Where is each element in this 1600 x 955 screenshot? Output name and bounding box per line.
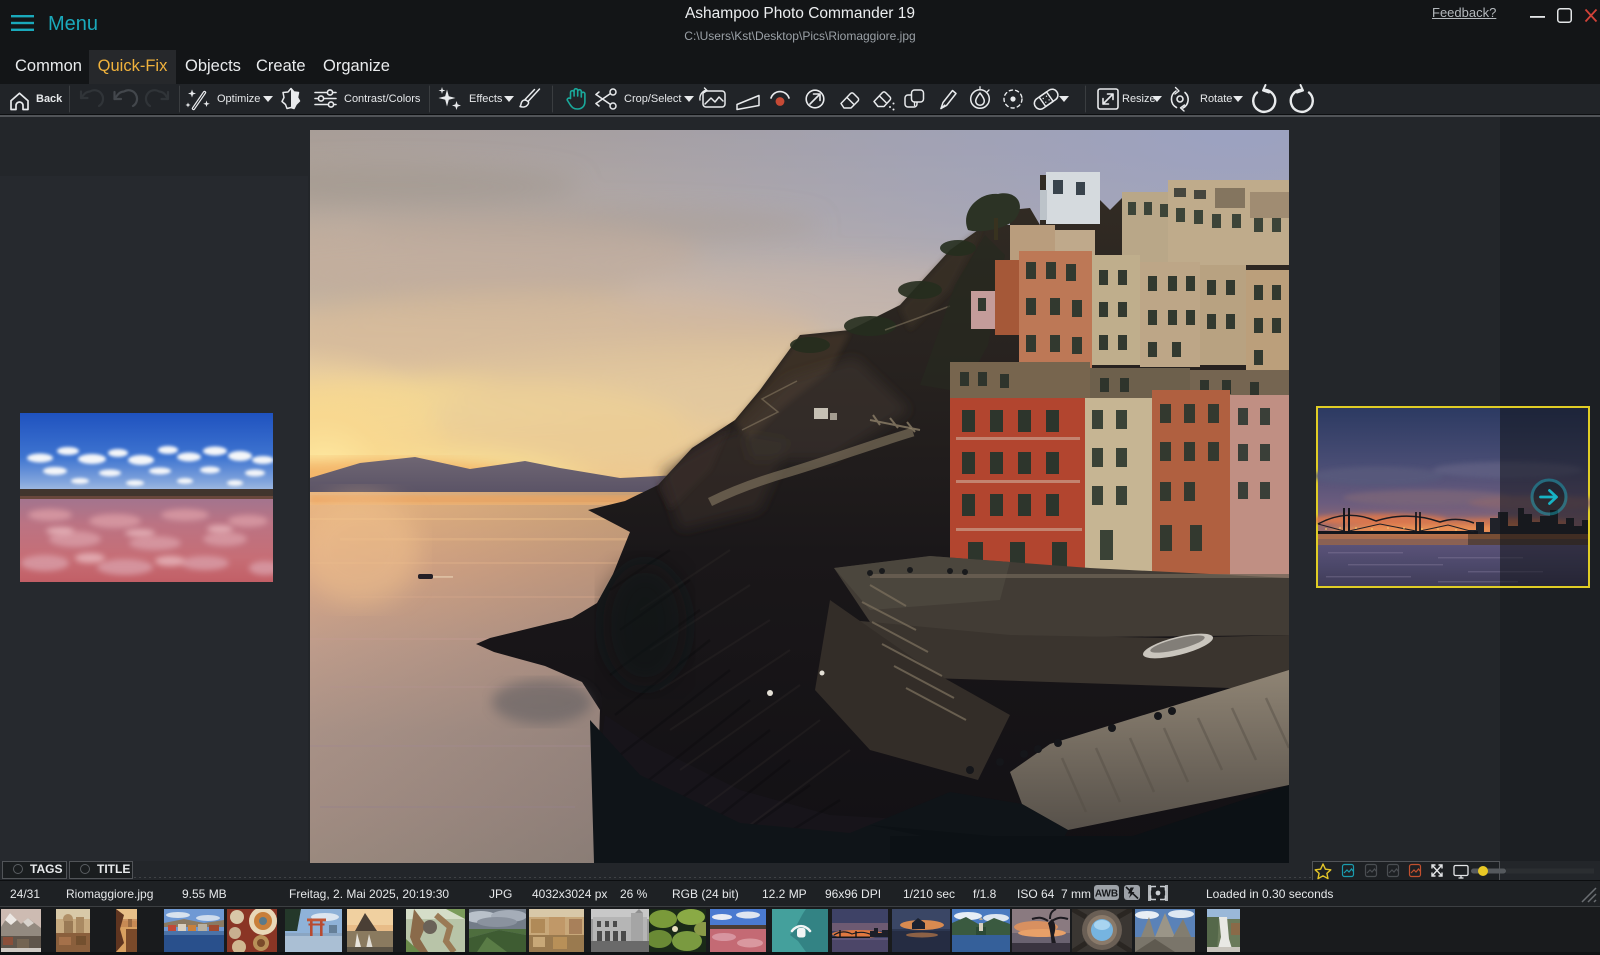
- svg-text:AWB: AWB: [1095, 889, 1118, 900]
